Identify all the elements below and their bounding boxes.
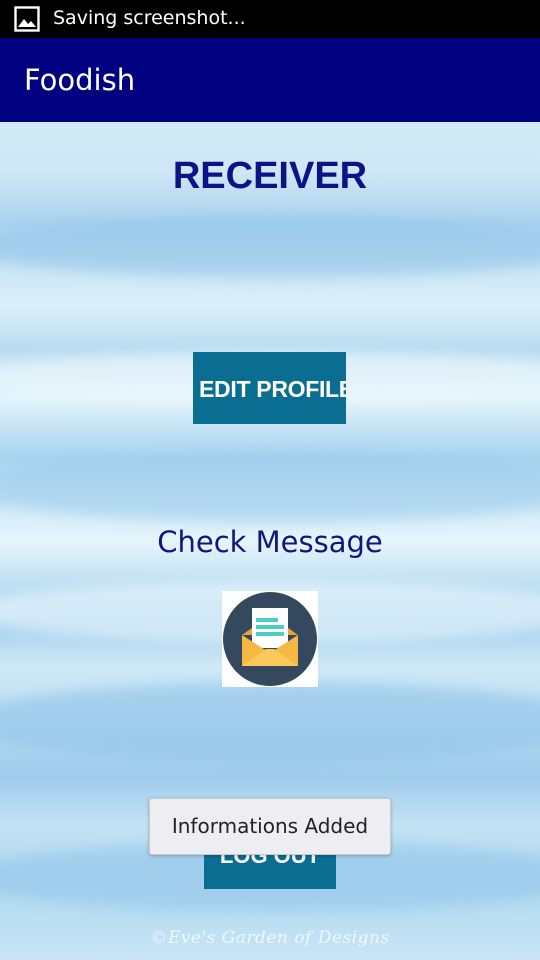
background-wash	[0, 682, 540, 762]
background-wash	[0, 452, 540, 522]
content-area: RECEIVER EDIT PROFILE Check Message LOG …	[0, 122, 540, 960]
check-message-label: Check Message	[157, 525, 383, 559]
check-message-button[interactable]	[222, 591, 318, 687]
image-icon	[14, 6, 40, 32]
envelope-letter-icon	[223, 592, 317, 686]
app-bar: Foodish	[0, 38, 540, 122]
toast-notification: Informations Added	[149, 798, 391, 855]
page-title: RECEIVER	[172, 155, 368, 197]
edit-profile-button[interactable]: EDIT PROFILE	[193, 352, 346, 424]
background-wash	[0, 217, 540, 277]
app-title: Foodish	[24, 63, 136, 97]
status-text: Saving screenshot...	[53, 7, 246, 29]
watermark: ©Eve's Garden of Designs	[150, 928, 390, 948]
status-bar: Saving screenshot...	[0, 0, 540, 38]
